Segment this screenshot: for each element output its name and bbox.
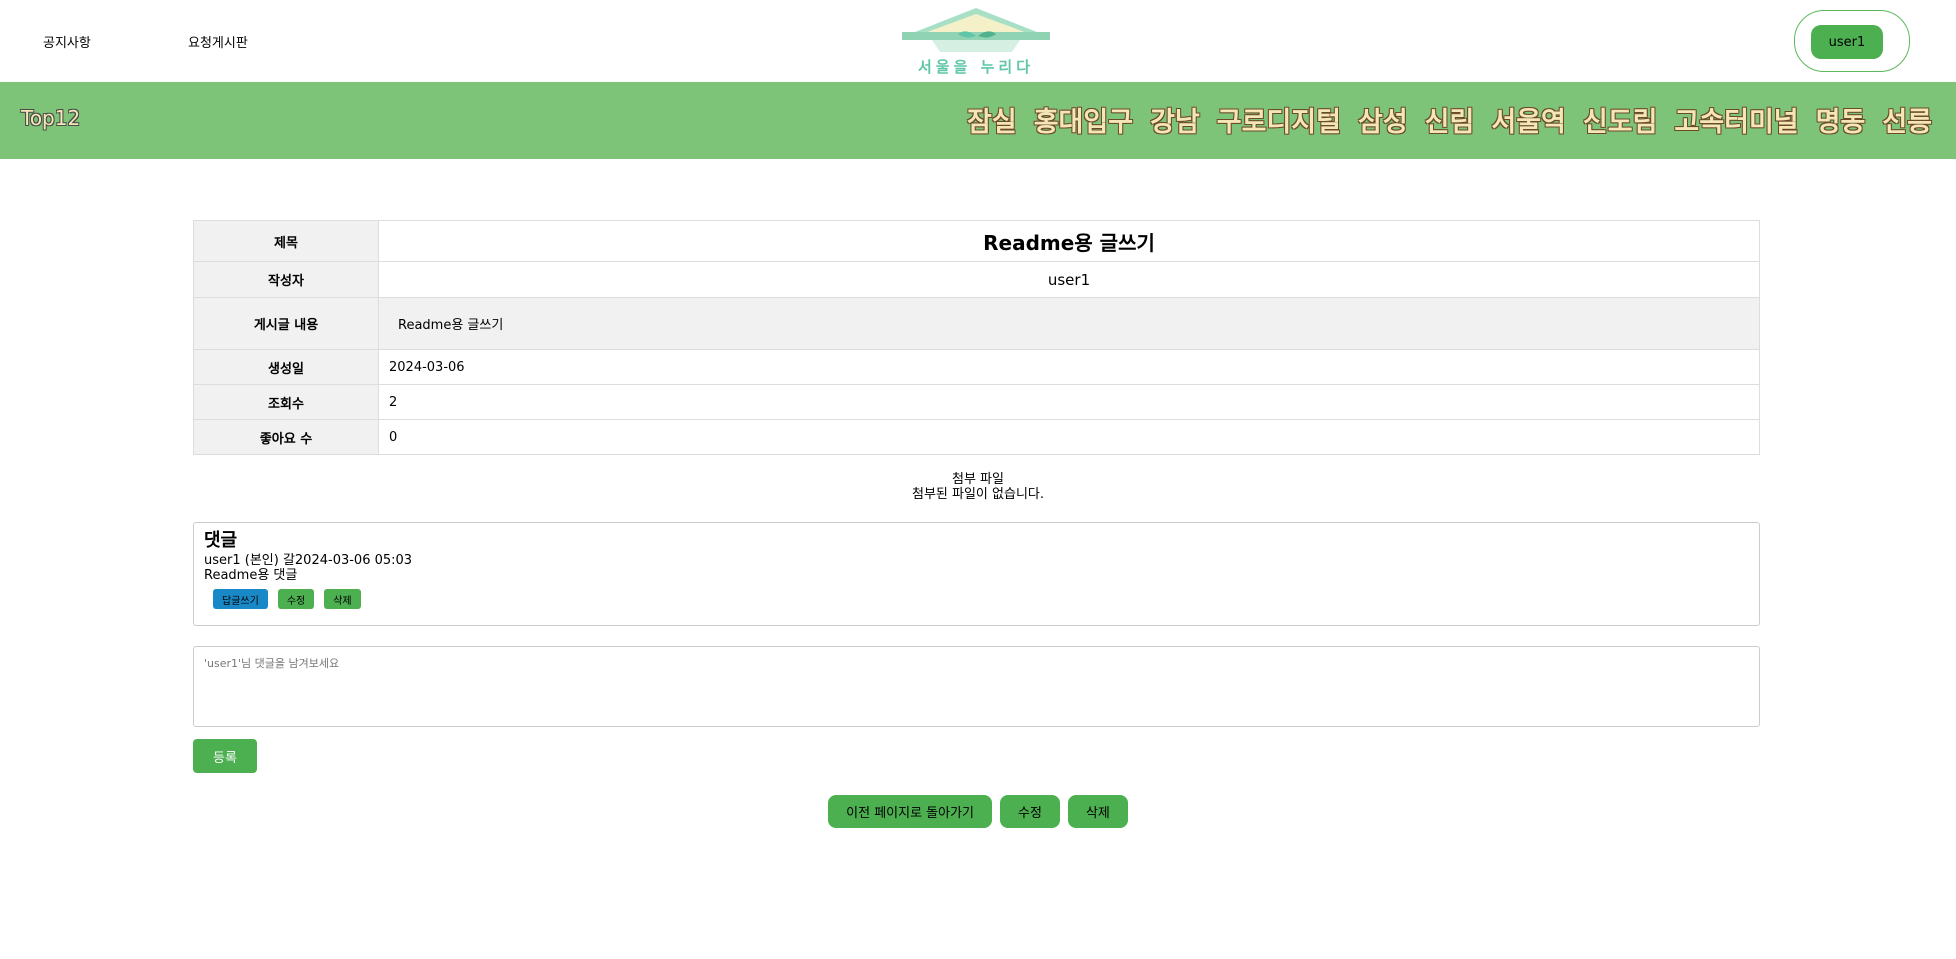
- post-title: Readme용 글쓰기: [378, 220, 1760, 262]
- nav-notice-link[interactable]: 공지사항: [43, 32, 91, 51]
- nav-request-board-link[interactable]: 요청게시판: [188, 32, 248, 51]
- post-view-count: 2: [378, 384, 1760, 420]
- table-row: 작성자 user1: [193, 261, 1760, 298]
- comment-delete-button[interactable]: 삭제: [324, 589, 361, 609]
- post-edit-button[interactable]: 수정: [1000, 795, 1060, 828]
- table-row: 생성일 2024-03-06: [193, 349, 1760, 385]
- author-label: 작성자: [193, 261, 379, 298]
- district-item[interactable]: 명동: [1816, 100, 1866, 139]
- district-item[interactable]: 삼성: [1358, 100, 1408, 139]
- comments-section: 댓글 user1 (본인) 갈2024-03-06 05:03 Readme용 …: [193, 522, 1760, 626]
- district-item[interactable]: 잠실: [967, 100, 1017, 139]
- district-item[interactable]: 신림: [1425, 100, 1475, 139]
- comment-input[interactable]: [193, 646, 1760, 727]
- district-item[interactable]: 선릉: [1882, 100, 1932, 139]
- attachments-title: 첨부 파일: [952, 472, 1004, 487]
- post-content: Readme용 글쓰기: [378, 297, 1760, 350]
- logo-text: 서울을 누리다: [917, 58, 1035, 76]
- district-item[interactable]: 서울역: [1491, 100, 1566, 139]
- views-label: 조회수: [193, 384, 379, 420]
- comment-edit-button[interactable]: 수정: [277, 589, 315, 609]
- post-created-date: 2024-03-06: [378, 349, 1760, 385]
- user-button[interactable]: user1: [1811, 25, 1883, 59]
- likes-label: 좋아요 수: [193, 419, 379, 455]
- table-row: 제목 Readme용 글쓰기: [193, 220, 1760, 262]
- comment-submit-button[interactable]: 등록: [193, 739, 257, 773]
- district-item[interactable]: 홍대입구: [1034, 100, 1133, 139]
- post-actions: 이전 페이지로 돌아가기 수정 삭제: [0, 795, 1956, 828]
- district-item[interactable]: 구로디지털: [1217, 100, 1341, 139]
- top-nav: 공지사항 요청게시판 서울을 누리다 user1: [0, 0, 1956, 82]
- comment-text: Readme용 댓글: [204, 568, 298, 583]
- site-logo[interactable]: 서울을 누리다: [892, 6, 1060, 80]
- reply-button[interactable]: 답글쓰기: [213, 589, 268, 609]
- post-like-count: 0: [378, 419, 1760, 455]
- comment-actions: 답글쓰기 수정 삭제: [204, 589, 1749, 609]
- district-bar: Top12 잠실 홍대입구 강남 구로디지털 삼성 신림 서울역 신도림 고속터…: [0, 82, 1956, 159]
- table-row: 조회수 2: [193, 384, 1760, 420]
- comments-heading: 댓글: [204, 530, 238, 551]
- comment-item: user1 (본인) 갈2024-03-06 05:03 Readme용 댓글 …: [204, 553, 1749, 609]
- user-menu: user1: [1794, 10, 1910, 72]
- created-label: 생성일: [193, 349, 379, 385]
- brand-top12[interactable]: Top12: [21, 106, 80, 130]
- title-label: 제목: [193, 220, 379, 262]
- district-item[interactable]: 신도림: [1583, 100, 1658, 139]
- back-button[interactable]: 이전 페이지로 돌아가기: [828, 795, 993, 828]
- post-author: user1: [378, 261, 1760, 298]
- comment-meta: user1 (본인) 갈2024-03-06 05:03: [204, 553, 413, 568]
- post-detail-table: 제목 Readme용 글쓰기 작성자 user1 게시글 내용 Readme용 …: [193, 220, 1760, 455]
- post-delete-button[interactable]: 삭제: [1067, 795, 1128, 828]
- table-row: 게시글 내용 Readme용 글쓰기: [193, 297, 1760, 350]
- district-item[interactable]: 고속터미널: [1674, 100, 1798, 139]
- district-item[interactable]: 강남: [1150, 100, 1200, 139]
- attachments-empty-text: 첨부된 파일이 없습니다.: [912, 487, 1044, 502]
- content-label: 게시글 내용: [193, 297, 379, 350]
- district-list: 잠실 홍대입구 강남 구로디지털 삼성 신림 서울역 신도림 고속터미널 명동 …: [967, 100, 1932, 139]
- house-logo-icon: [902, 8, 1050, 52]
- table-row: 좋아요 수 0: [193, 419, 1760, 455]
